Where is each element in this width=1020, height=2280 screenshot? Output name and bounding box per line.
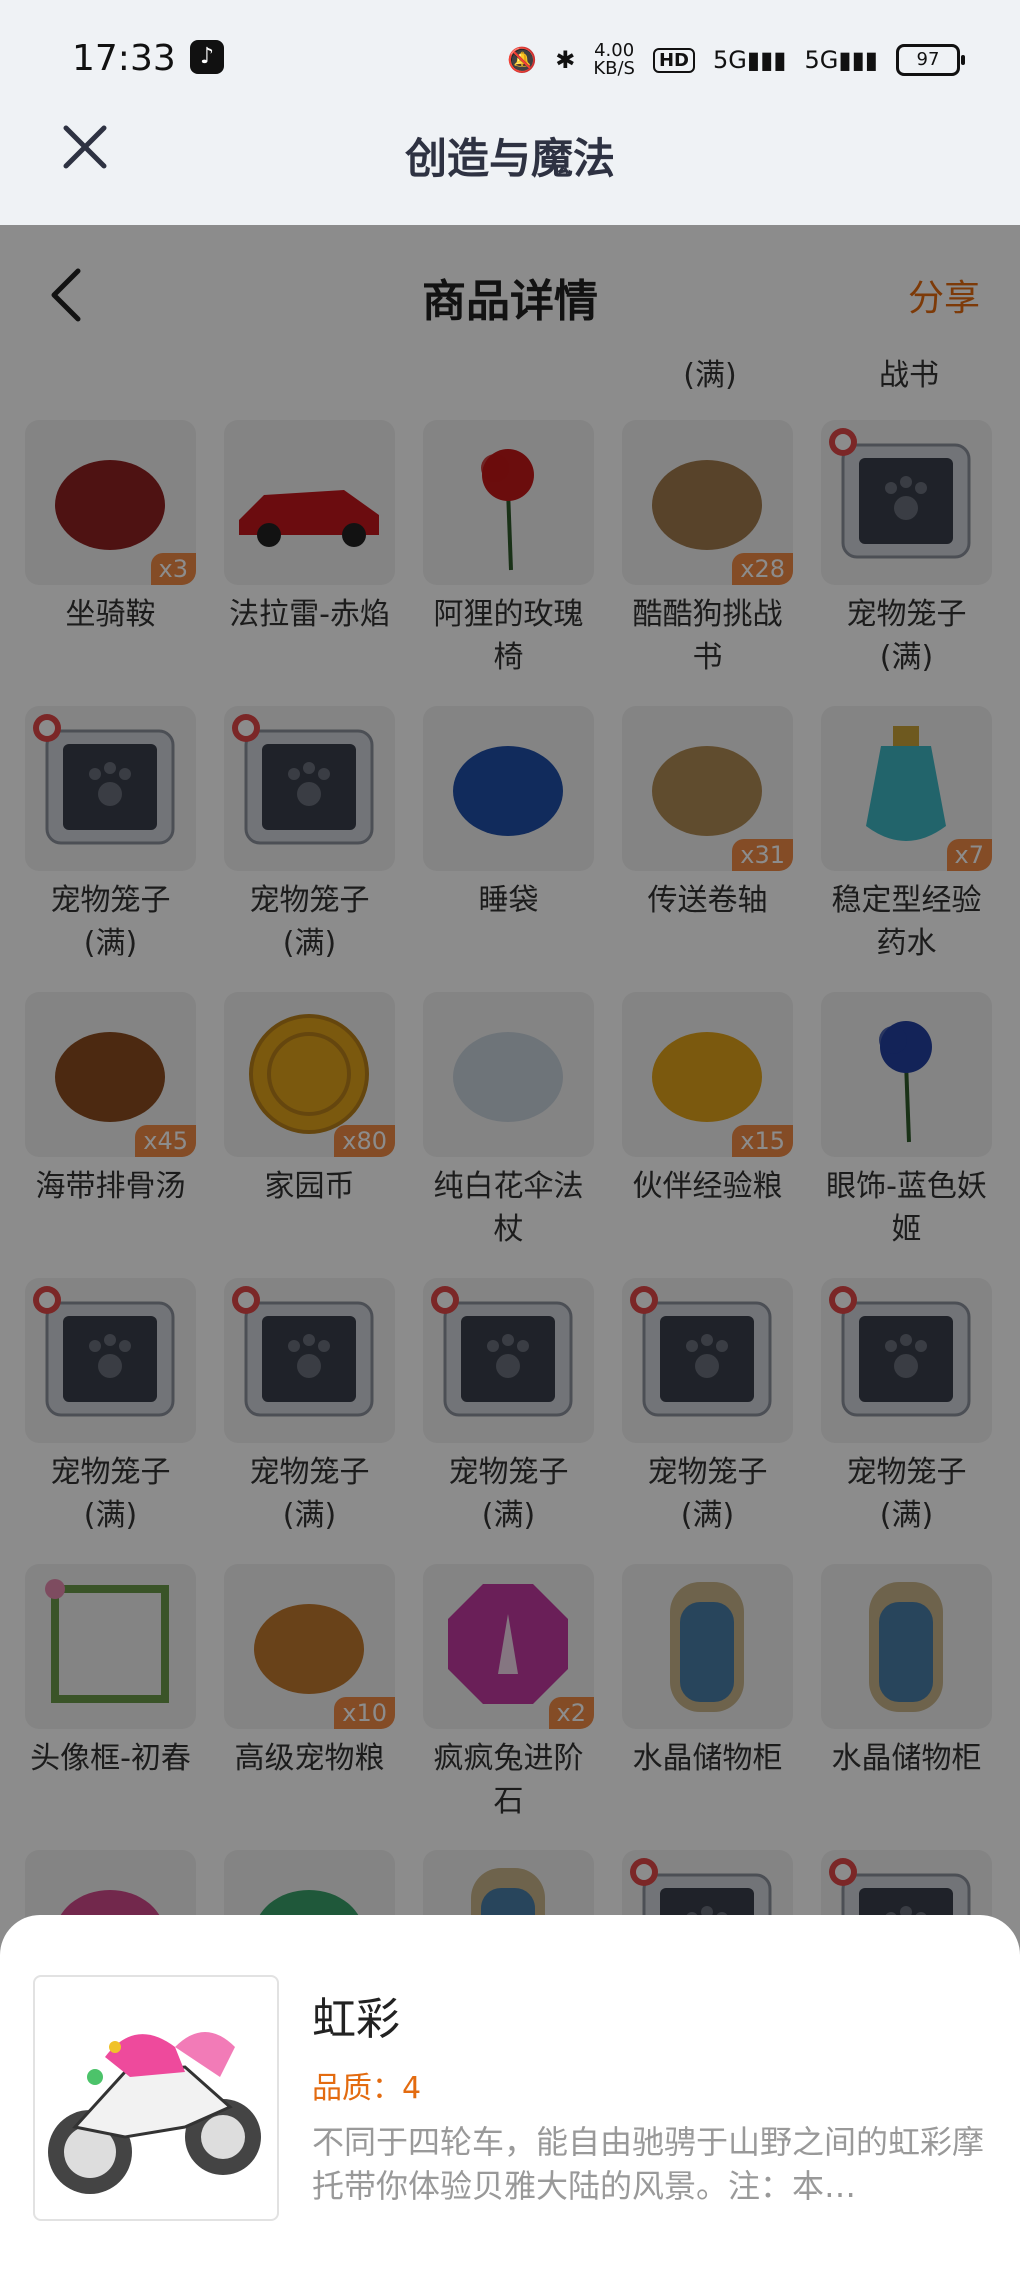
hd-badge: HD — [652, 47, 695, 73]
app-title: 创造与魔法 — [404, 134, 615, 183]
mute-icon: 🔕 — [507, 46, 538, 74]
item-detail-sheet: 虹彩 品质：4 不同于四轮车，能自由驰骋于山野之间的虹彩摩托带你体验贝雅大陆的风… — [0, 1915, 1020, 2280]
status-time: 17:33 — [72, 38, 176, 79]
item-name: 虹彩 — [312, 1994, 400, 2045]
bluetooth-icon: ✱ — [555, 46, 576, 74]
battery-icon: 97 — [896, 44, 965, 76]
status-icons: 🔕 ✱ 4.00 KB/S HD 5G▮▮▮ 5G▮▮▮ 97 — [507, 34, 965, 86]
status-bar: 17:33 ♪ 🔕 ✱ 4.00 KB/S HD 5G▮▮▮ 5G▮▮▮ 97 — [0, 0, 1020, 120]
rainbow-motorcycle-icon — [33, 1975, 279, 2221]
item-description: 不同于四轮车，能自由驰骋于山野之间的虹彩摩托带你体验贝雅大陆的风景。注：本… — [312, 2123, 985, 2205]
signal-5g-icon: 5G▮▮▮ — [713, 46, 787, 74]
signal-5g-icon-2: 5G▮▮▮ — [804, 46, 879, 74]
network-speed: 4.00 KB/S — [593, 40, 635, 79]
tiktok-icon: ♪ — [190, 40, 224, 74]
item-quality: 品质：4 — [312, 2071, 422, 2106]
